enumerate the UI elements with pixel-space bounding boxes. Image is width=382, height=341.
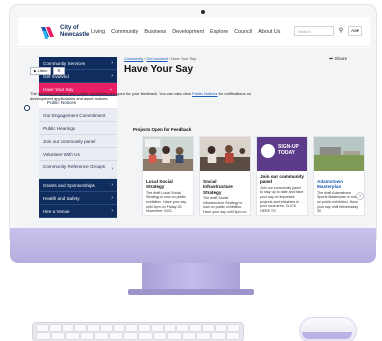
project-card[interactable]: SIGN-UP TODAY Join our community panel J… xyxy=(256,136,308,216)
card-image xyxy=(143,137,193,171)
nav-living[interactable]: Living xyxy=(91,29,105,35)
sidebar-item-label: Volunteer With Us xyxy=(43,152,80,157)
card-body: Join our community panel to stay up to d… xyxy=(260,185,304,213)
public-notices-link[interactable]: Public Notices xyxy=(192,91,217,96)
monitor-chin xyxy=(10,228,376,263)
chevron-right-icon: › xyxy=(111,60,113,66)
page-title: Have Your Say xyxy=(124,64,194,75)
sign-up-badge: SIGN-UP TODAY xyxy=(278,144,299,156)
sidebar-item-label: Community Services xyxy=(43,61,86,66)
city-logo-icon[interactable] xyxy=(40,25,56,41)
timeline-marker xyxy=(24,105,30,111)
card-image: SIGN-UP TODAY xyxy=(257,137,307,171)
sidebar-item-engagement-commitment[interactable]: Our Engagement Commitment xyxy=(39,109,117,122)
camera-icon xyxy=(201,10,205,14)
chevron-right-icon[interactable]: › xyxy=(356,192,364,200)
sidebar-item-health-safety[interactable]: Health and Safety › xyxy=(39,192,117,205)
project-cards: Local Social Strategy The draft Local So… xyxy=(142,136,365,216)
chevron-right-icon: › xyxy=(111,166,113,172)
intro-text: The following projects and public exhibi… xyxy=(30,91,256,101)
nav-development[interactable]: Development xyxy=(172,29,204,35)
project-card[interactable]: Local Social Strategy The draft Local So… xyxy=(142,136,194,216)
share-button[interactable]: ➦ Share xyxy=(329,57,347,62)
logo-line-2: Newcastle xyxy=(60,32,90,38)
sidebar-item-community-panel[interactable]: Join our community panel xyxy=(39,135,117,148)
card-image xyxy=(314,137,364,171)
nav-council[interactable]: Council xyxy=(234,29,252,35)
sidebar-item-label: Hire a Venue xyxy=(43,209,70,214)
sidebar-item-label: Our Engagement Commitment xyxy=(43,113,106,118)
chevron-right-icon: › xyxy=(111,208,113,214)
nav-business[interactable]: Business xyxy=(144,29,166,35)
card-title[interactable]: Adamstown Masterplan xyxy=(314,176,364,191)
listen-options-button[interactable]: ☰ xyxy=(53,67,65,75)
badge-icon xyxy=(261,144,275,158)
sidebar-item-reference-groups[interactable]: Community Reference Groups › xyxy=(39,161,117,179)
project-card[interactable]: Adamstown Masterplan The draft Adamstown… xyxy=(313,136,365,216)
sidebar-item-public-hearings[interactable]: Public Hearings xyxy=(39,122,117,135)
imac-scene: City of Newcastle Living Community Busin… xyxy=(0,0,382,341)
logo-line-1: City of xyxy=(60,25,79,31)
sidebar-item-label: Join our community panel xyxy=(43,139,96,144)
card-title[interactable]: Join our community panel xyxy=(257,171,307,186)
sidebar-item-label: Public Hearings xyxy=(43,126,76,131)
breadcrumb-community[interactable]: Community xyxy=(124,57,143,61)
top-navigation: City of Newcastle Living Community Busin… xyxy=(18,17,370,47)
share-label: Share xyxy=(334,57,348,62)
text-size-button[interactable]: Aa▾ xyxy=(348,26,362,36)
sidebar: Community Services › Get Involved › Have Y… xyxy=(39,57,117,218)
breadcrumb-current: Have Your Say xyxy=(170,57,196,61)
search-icon[interactable]: ⚲ xyxy=(336,26,346,36)
listen-label: Listen xyxy=(37,69,48,73)
chevron-right-icon: › xyxy=(111,182,113,188)
sidebar-item-grants[interactable]: Grants and Sponsorships › xyxy=(39,179,117,192)
section-title: Projects Open for Feedback xyxy=(133,127,192,132)
site-logo-text[interactable]: City of Newcastle xyxy=(60,25,89,39)
nav-about-us[interactable]: About Us xyxy=(258,29,280,35)
card-image xyxy=(200,137,250,171)
card-title[interactable]: Social Infrastructure Strategy xyxy=(200,176,250,196)
listen-toolbar: ▶ Listen ☰ xyxy=(30,67,65,75)
main-menu: Living Community Business Development Ex… xyxy=(91,29,280,35)
sidebar-item-label: Health and Safety xyxy=(43,196,80,201)
search-input[interactable]: Search xyxy=(294,26,334,36)
screen: City of Newcastle Living Community Busin… xyxy=(18,17,370,228)
sidebar-item-volunteer[interactable]: Volunteer With Us xyxy=(39,148,117,161)
project-card[interactable]: Social Infrastructure Strategy The draft… xyxy=(199,136,251,216)
listen-button[interactable]: ▶ Listen xyxy=(30,67,52,75)
card-body: The draft Social Infrastructure Strategy… xyxy=(203,196,247,215)
nav-community[interactable]: Community xyxy=(111,29,138,35)
chevron-right-icon: › xyxy=(111,73,113,79)
card-title[interactable]: Local Social Strategy xyxy=(143,176,193,191)
sidebar-item-label: Community Reference Groups xyxy=(43,164,106,169)
breadcrumb-get-involved[interactable]: Get Involved xyxy=(146,57,167,61)
sidebar-item-hire-venue[interactable]: Hire a Venue › xyxy=(39,205,117,218)
monitor-stand xyxy=(142,263,240,291)
mouse-base xyxy=(302,332,352,339)
nav-explore[interactable]: Explore xyxy=(210,29,228,35)
monitor-foot xyxy=(128,289,254,295)
sidebar-item-label: Grants and Sponsorships xyxy=(43,183,95,188)
card-body: The draft Local Social Strategy is now o… xyxy=(146,190,187,214)
chevron-right-icon: › xyxy=(111,195,113,201)
keyboard xyxy=(32,322,244,341)
settings-icon: ☰ xyxy=(57,69,61,73)
